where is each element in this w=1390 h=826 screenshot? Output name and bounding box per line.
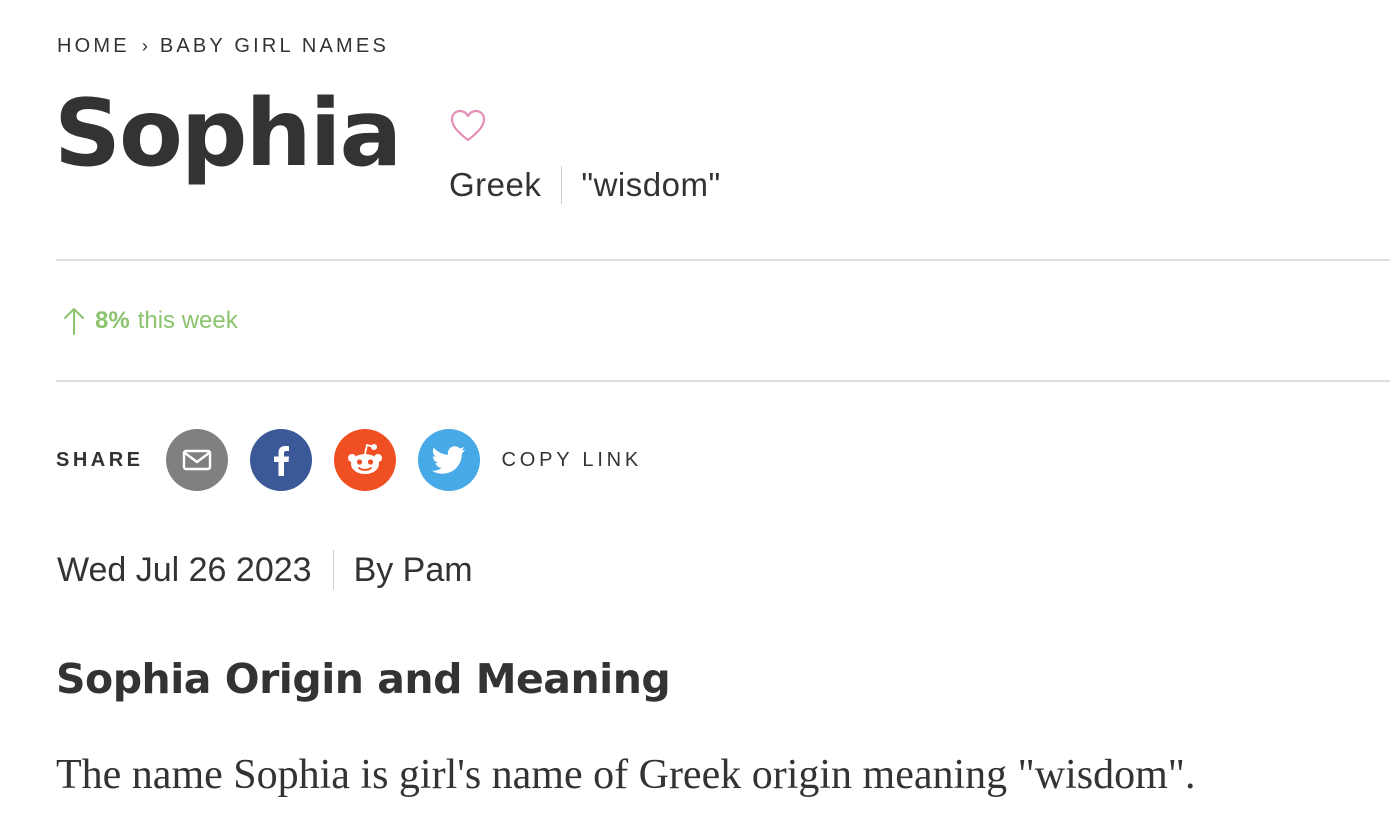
body-paragraph: The name Sophia is girl's name of Greek …	[56, 752, 1196, 798]
share-twitter-button[interactable]	[417, 429, 480, 491]
section-heading: Sophia Origin and Meaning	[56, 655, 671, 703]
meaning-label: "wisdom"	[581, 166, 721, 203]
facebook-icon	[273, 446, 289, 476]
share-facebook-button[interactable]	[249, 429, 312, 491]
twitter-icon	[431, 446, 465, 474]
copy-link-button[interactable]: COPY LINK	[502, 449, 643, 472]
divider-bottom	[56, 380, 1390, 382]
arrow-up-icon	[64, 308, 84, 335]
share-email-button[interactable]	[165, 429, 228, 491]
breadcrumb-separator: ›	[141, 36, 148, 56]
heart-icon[interactable]	[450, 109, 486, 143]
page: HOME › BABY GIRL NAMES Sophia Greek "wis…	[0, 0, 1390, 826]
share-label: SHARE	[56, 448, 144, 471]
breadcrumb: HOME › BABY GIRL NAMES	[57, 35, 389, 58]
meta-divider	[561, 166, 563, 204]
trend-percent: 8%	[95, 307, 130, 334]
author-link[interactable]: By Pam	[354, 551, 473, 590]
trend-label: this week	[137, 307, 238, 334]
byline: Wed Jul 26 2023 By Pam	[57, 550, 473, 590]
reddit-icon	[347, 443, 382, 474]
name-meta: Greek "wisdom"	[449, 166, 721, 204]
mail-icon	[182, 449, 211, 471]
page-title: Sophia	[54, 79, 402, 187]
share-reddit-button[interactable]	[333, 429, 396, 491]
share-bar: SHARE COPY LINK	[56, 429, 642, 491]
divider-top	[56, 259, 1390, 261]
breadcrumb-baby-girl-names-link[interactable]: BABY GIRL NAMES	[160, 35, 389, 58]
popularity-trend: 8% this week	[63, 306, 238, 336]
byline-divider	[332, 550, 334, 590]
publish-date: Wed Jul 26 2023	[57, 550, 312, 589]
origin-label: Greek	[449, 166, 542, 203]
breadcrumb-home-link[interactable]: HOME	[57, 35, 130, 58]
